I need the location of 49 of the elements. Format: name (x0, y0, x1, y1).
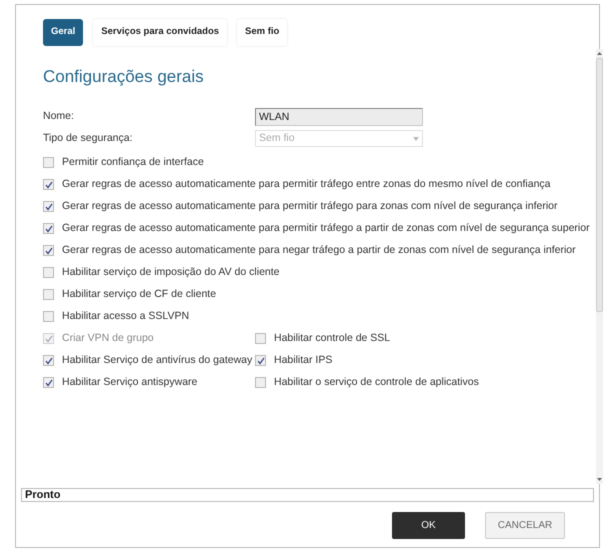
checkbox-label: Habilitar serviço de CF de cliente (62, 286, 216, 302)
scrollbar[interactable] (596, 49, 603, 484)
checkbox[interactable] (43, 245, 54, 256)
checkbox[interactable] (255, 377, 266, 388)
tab[interactable]: Serviços para convidados (93, 19, 228, 46)
check-icon (44, 378, 52, 386)
checkbox-label: Habilitar serviço de imposição do AV do cliente (62, 264, 280, 280)
check-icon (44, 334, 52, 342)
checkbox[interactable] (255, 355, 266, 366)
checkbox[interactable] (255, 333, 266, 344)
checkbox-label: Habilitar o serviço de controle de aplicativos (274, 374, 479, 390)
ok-button[interactable]: OK (392, 512, 465, 539)
field-label: Nome: (43, 108, 75, 124)
tab[interactable]: Sem fio (237, 19, 288, 46)
checkbox-label: Habilitar Serviço de antivírus do gateway (62, 352, 252, 368)
checkbox[interactable] (43, 355, 54, 366)
checkbox-label: Permitir confiança de interface (62, 154, 204, 170)
caret-icon (413, 136, 419, 140)
checkbox[interactable] (43, 267, 54, 278)
section-heading: Configurações gerais (43, 66, 205, 88)
checkbox[interactable] (43, 311, 54, 322)
check-icon (44, 180, 52, 188)
name-field[interactable]: WLAN (255, 108, 423, 126)
check-icon (44, 356, 52, 364)
checkbox[interactable] (43, 201, 54, 212)
scroll-down-icon[interactable] (596, 478, 602, 481)
check-icon (256, 356, 264, 364)
checkbox-label: Habilitar acesso a SSLVPN (62, 308, 190, 324)
checkbox-label: Habilitar controle de SSL (274, 330, 390, 346)
field-label: Tipo de segurança: (43, 130, 134, 146)
scroll-up-icon[interactable] (596, 52, 602, 55)
checkbox-label: Habilitar Serviço antispyware (62, 374, 198, 390)
checkbox-label: Criar VPN de grupo (62, 330, 154, 346)
checkbox-label: Gerar regras de acesso automaticamente para permitir tráfego entre zonas do mesmo nível de confiança (62, 176, 551, 192)
check-icon (44, 224, 52, 232)
checkbox[interactable] (43, 223, 54, 234)
check-icon (44, 246, 52, 254)
checkbox[interactable] (43, 289, 54, 300)
checkbox[interactable] (43, 179, 54, 190)
checkbox-label: Gerar regras de acesso automaticamente para permitir tráfego para zonas com nível de segurança inferior (62, 198, 558, 214)
checkbox-label: Gerar regras de acesso automaticamente para negar tráfego a partir de zonas com nível de segurança inferior (62, 242, 576, 258)
tab[interactable]: Geral (43, 19, 84, 46)
checkbox[interactable] (43, 157, 54, 168)
checkbox-label: Gerar regras de acesso automaticamente para permitir tráfego a partir de zonas com nível de segurança superior (62, 220, 590, 236)
status-bar: Pronto (21, 488, 594, 502)
check-icon (44, 202, 52, 210)
checkbox[interactable] (43, 377, 54, 388)
cancel-button[interactable]: CANCELAR (485, 512, 565, 539)
checkbox-label: Habilitar IPS (274, 352, 332, 368)
